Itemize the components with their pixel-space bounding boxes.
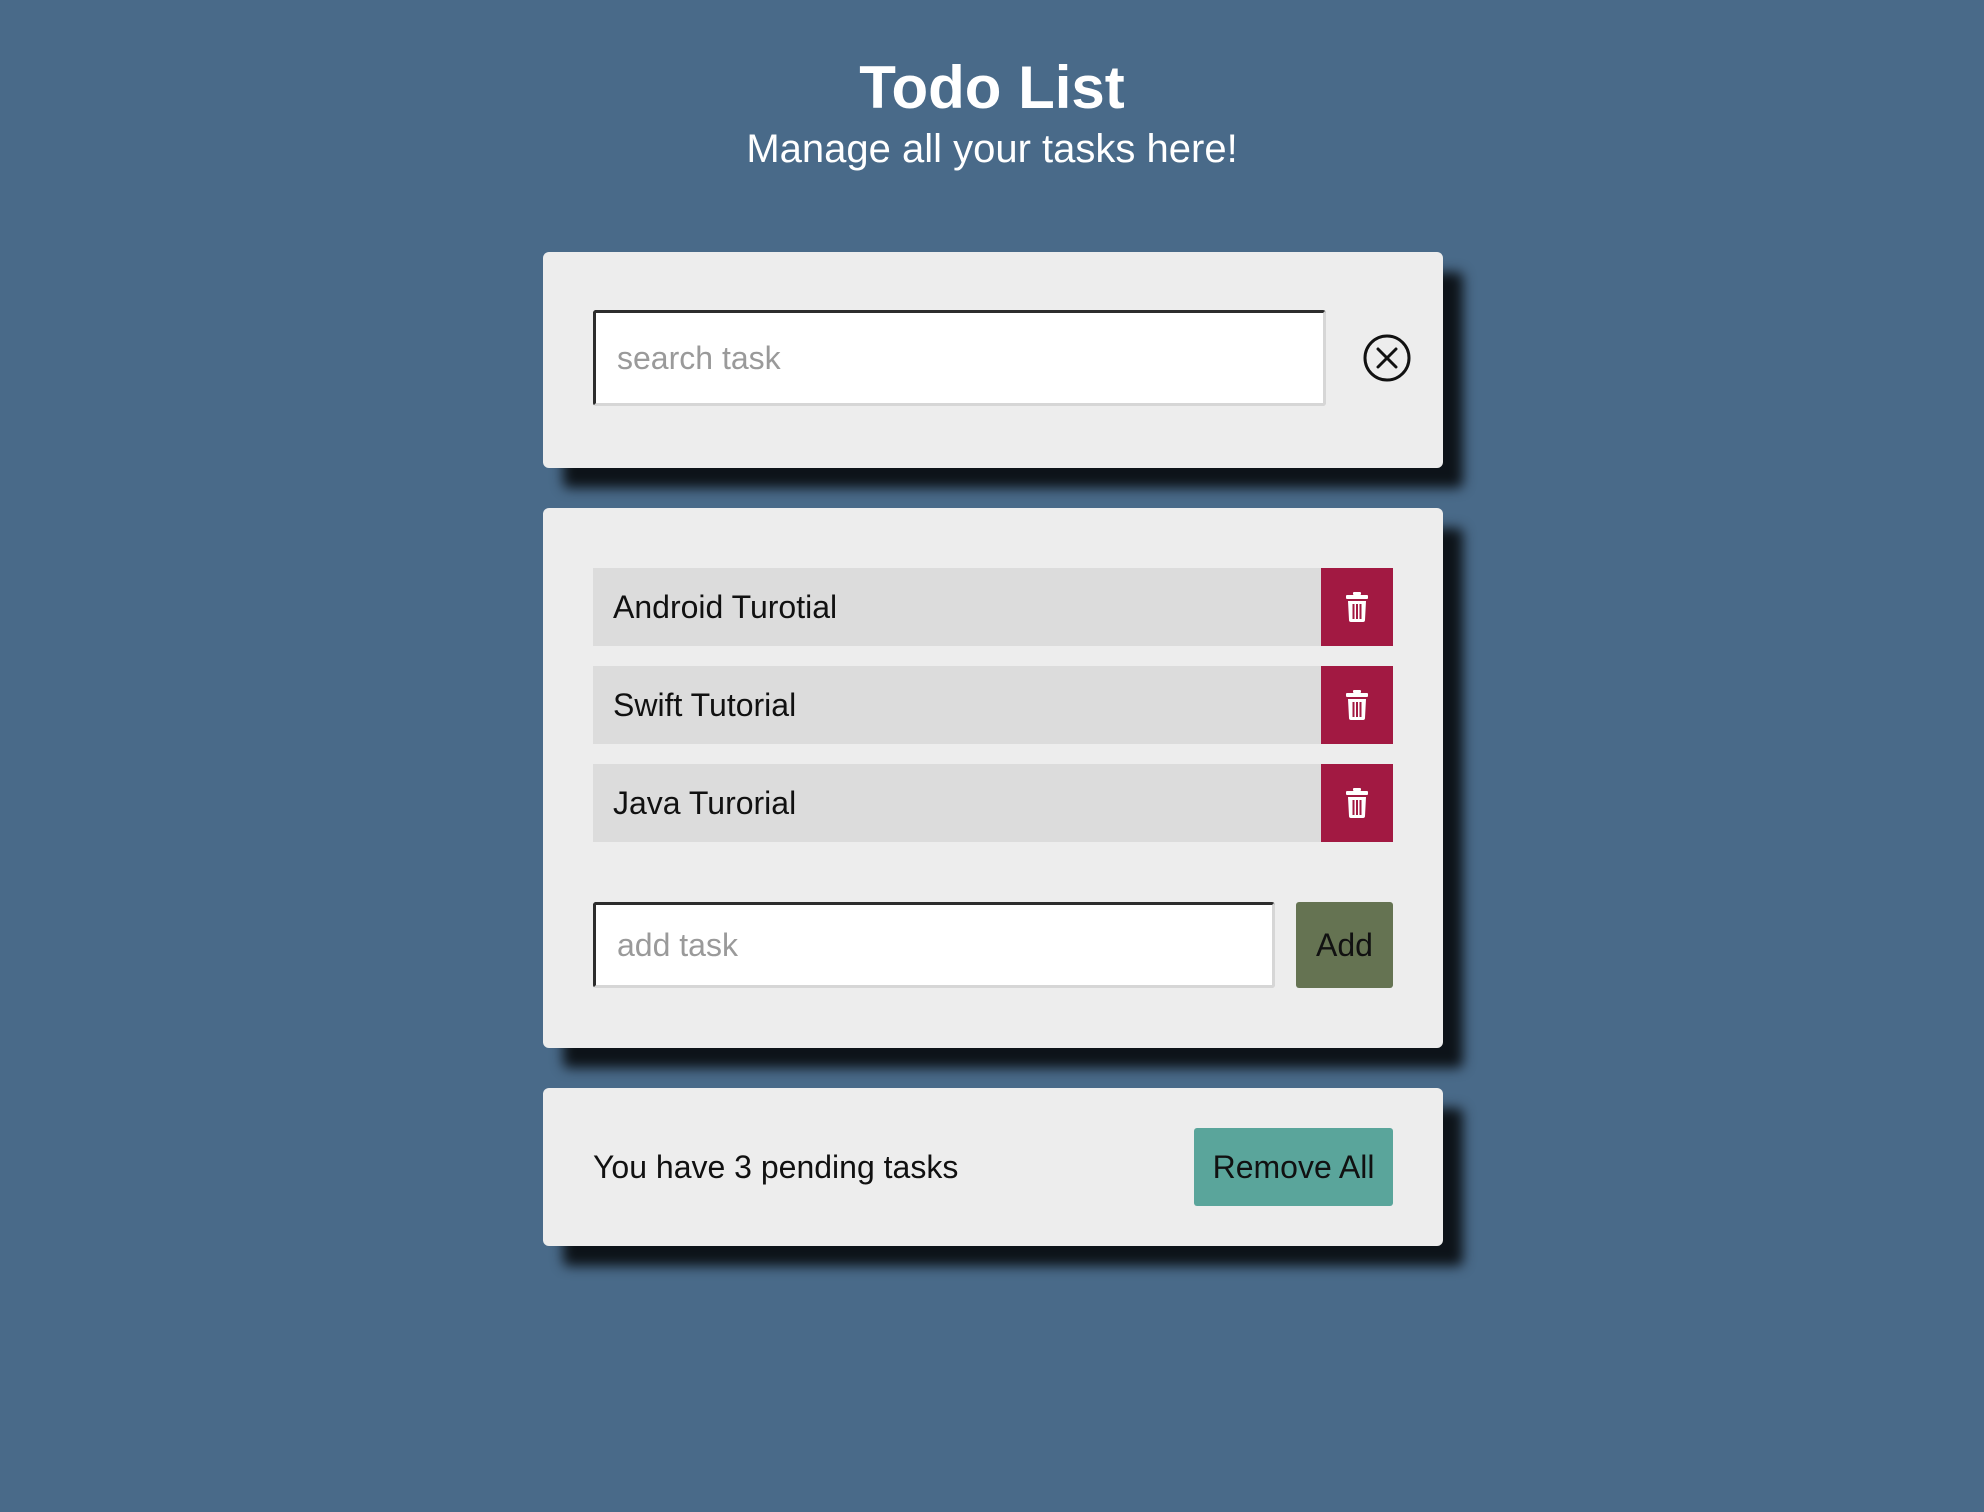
remove-all-button[interactable]: Remove All [1194,1128,1393,1206]
add-task-input[interactable] [593,902,1275,988]
task-label: Android Turotial [613,589,838,625]
task-list-card: Android Turotial Swift Tutorial Java Tur… [543,508,1443,1048]
task-label: Swift Tutorial [613,687,797,723]
trash-icon [1346,690,1368,720]
delete-task-button[interactable] [1321,568,1393,646]
clear-search-button[interactable] [1362,333,1412,383]
search-input[interactable] [593,310,1326,406]
add-task-button[interactable]: Add [1296,902,1393,988]
close-circle-icon [1363,334,1411,382]
task-item: Swift Tutorial [593,666,1393,744]
footer-card: You have 3 pending tasks Remove All [543,1088,1443,1246]
task-label: Java Turorial [613,785,797,821]
page-subtitle: Manage all your tasks here! [746,127,1238,171]
task-item: Android Turotial [593,568,1393,646]
trash-icon [1346,592,1368,622]
pending-tasks-count: You have 3 pending tasks [593,1149,959,1185]
delete-task-button[interactable] [1321,666,1393,744]
task-item: Java Turorial [593,764,1393,842]
page-title: Todo List [859,54,1125,121]
page-header: Todo List Manage all your tasks here! [0,52,1984,174]
trash-icon [1346,788,1368,818]
search-card [543,252,1443,468]
delete-task-button[interactable] [1321,764,1393,842]
